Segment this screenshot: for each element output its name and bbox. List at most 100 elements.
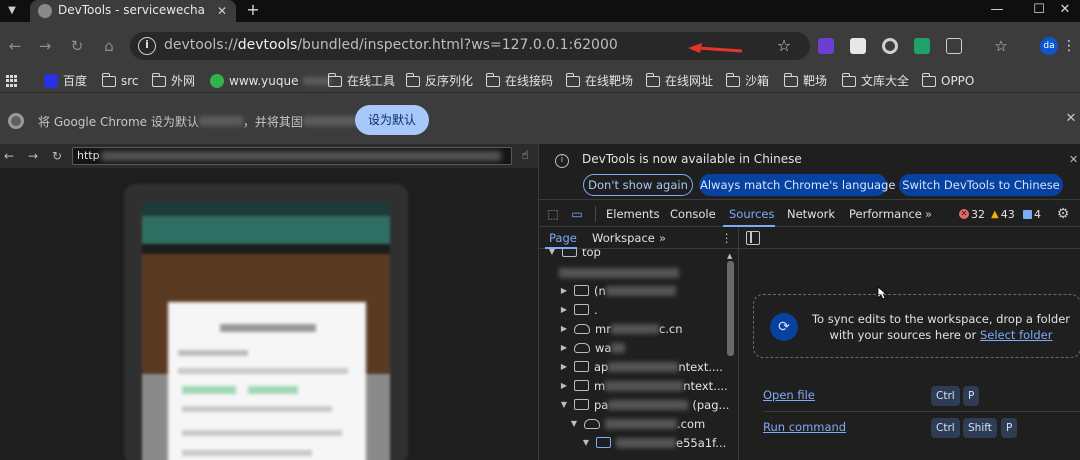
error-count[interactable]: ✕ 32 bbox=[959, 207, 985, 221]
bookmark-label: src bbox=[121, 74, 139, 88]
tab-console[interactable]: Console bbox=[670, 207, 716, 223]
tree-item[interactable]: ▼ pa (pag... bbox=[539, 395, 738, 414]
navigator-menu-icon[interactable]: ⋮ bbox=[721, 231, 733, 247]
bookmark-sandbox[interactable]: 沙箱 bbox=[725, 72, 769, 90]
bookmark-range[interactable]: 靶场 bbox=[783, 72, 827, 90]
tab-search-icon[interactable]: ▼ bbox=[4, 3, 20, 19]
close-window-icon[interactable]: ✕ bbox=[1054, 1, 1076, 19]
tree-item[interactable]: ▼ .com bbox=[539, 414, 738, 433]
workspace-drop-zone[interactable]: ⟳ To sync edits to the workspace, drop a… bbox=[753, 294, 1080, 358]
open-file-link[interactable]: Open file bbox=[763, 388, 815, 404]
key-p: P bbox=[963, 386, 980, 406]
url-text[interactable]: devtools://devtools/bundled/inspector.ht… bbox=[164, 37, 624, 55]
run-command-link[interactable]: Run command bbox=[763, 420, 846, 436]
extensions-puzzle-icon[interactable] bbox=[946, 38, 962, 54]
menu-kebab-icon[interactable]: ⋮ bbox=[1062, 36, 1076, 56]
extension-icon[interactable] bbox=[850, 38, 866, 54]
reload-icon[interactable]: ↻ bbox=[50, 148, 64, 164]
infobar-close-icon[interactable]: ✕ bbox=[1064, 111, 1078, 129]
tree-scrollbar[interactable] bbox=[727, 261, 734, 356]
extension-icon[interactable] bbox=[914, 38, 930, 54]
tree-item[interactable]: ▶ ap ntext.... bbox=[539, 357, 738, 376]
tab-elements[interactable]: Elements bbox=[606, 207, 660, 223]
subtab-page[interactable]: Page bbox=[549, 231, 577, 247]
reload-icon[interactable]: ↻ bbox=[68, 37, 86, 55]
bookmarks-star-icon[interactable]: ☆ bbox=[992, 37, 1010, 55]
bookmark-deserialize[interactable]: 反序列化 bbox=[405, 72, 473, 90]
back-icon[interactable]: ← bbox=[6, 37, 24, 55]
devtools-panel: i DevTools is now available in Chinese ✕… bbox=[538, 144, 1080, 460]
cloud-icon bbox=[574, 342, 590, 353]
minimize-icon[interactable]: — bbox=[986, 1, 1008, 19]
tree-item[interactable]: ▶ m ntext.... bbox=[539, 376, 738, 395]
more-subtabs-icon[interactable]: » bbox=[659, 231, 666, 247]
inspected-url-field[interactable]: http bbox=[72, 147, 512, 165]
bookmark-online-range[interactable]: 在线靶场 bbox=[565, 72, 633, 90]
tree-item[interactable]: ▶ mr c.cn bbox=[539, 319, 738, 338]
extension-icon[interactable] bbox=[818, 38, 834, 54]
bookmark-online-tools[interactable]: 在线工具 bbox=[327, 72, 395, 90]
device-toolbar-icon[interactable]: ▭ bbox=[569, 206, 585, 222]
red-arrow-annotation-icon bbox=[688, 43, 743, 53]
inspect-element-icon[interactable]: ⬚ bbox=[545, 206, 561, 222]
tree-item[interactable]: ▼ e55a1f... bbox=[539, 433, 738, 452]
extension-icon[interactable] bbox=[882, 38, 898, 54]
set-default-button[interactable]: 设为默认 bbox=[355, 105, 429, 135]
tree-item[interactable]: ▶. bbox=[539, 300, 738, 319]
scroll-up-icon[interactable]: ▲ bbox=[727, 252, 735, 260]
toggle-navigator-icon[interactable] bbox=[746, 231, 760, 245]
tree-item[interactable] bbox=[539, 263, 738, 282]
avatar[interactable]: da bbox=[1040, 37, 1058, 55]
tree-item[interactable]: ▶ wa bbox=[539, 338, 738, 357]
tree-item[interactable]: ▶ (n bbox=[539, 281, 738, 300]
tree-item[interactable]: ▼ top bbox=[539, 249, 738, 261]
bookmark-src[interactable]: src bbox=[101, 72, 139, 90]
forward-icon[interactable]: → bbox=[26, 148, 40, 164]
address-bar[interactable]: i devtools://devtools/bundled/inspector.… bbox=[130, 32, 810, 60]
tab-network[interactable]: Network bbox=[787, 207, 835, 223]
more-tabs-icon[interactable]: » bbox=[925, 207, 932, 223]
touch-emulation-icon[interactable]: ☝ bbox=[518, 148, 532, 164]
info-count[interactable]: 4 bbox=[1023, 207, 1041, 221]
tab-favicon-icon bbox=[38, 4, 52, 18]
tab-performance[interactable]: Performance bbox=[849, 207, 922, 223]
bookmark-sms[interactable]: 在线接码 bbox=[485, 72, 553, 90]
always-match-language-button[interactable]: Always match Chrome's language bbox=[699, 174, 895, 196]
apps-icon[interactable] bbox=[6, 72, 18, 90]
frame-icon bbox=[574, 399, 589, 410]
tree-item-label: pa bbox=[594, 397, 609, 412]
url-path: /bundled/inspector.html?ws=127.0.0.1:620… bbox=[297, 37, 618, 53]
error-icon: ✕ bbox=[959, 209, 969, 219]
subtab-workspace[interactable]: Workspace bbox=[592, 231, 655, 247]
browser-toolbar: ← → ↻ ⌂ i devtools://devtools/bundled/in… bbox=[0, 22, 1080, 70]
new-tab-button[interactable]: + bbox=[244, 1, 262, 19]
bookmark-yuque[interactable]: www.yuque bbox=[210, 72, 332, 90]
bookmark-star-icon[interactable]: ☆ bbox=[774, 36, 794, 56]
back-icon[interactable]: ← bbox=[2, 148, 16, 164]
forward-icon[interactable]: → bbox=[36, 37, 54, 55]
home-icon[interactable]: ⌂ bbox=[100, 37, 118, 55]
tab-sources[interactable]: Sources bbox=[729, 207, 775, 223]
devtools-toolbar: ⬚ ▭ Elements Console Sources Network Per… bbox=[539, 201, 1080, 227]
dont-show-again-button[interactable]: Don't show again bbox=[583, 174, 693, 196]
warning-count[interactable]: ▲ 43 bbox=[991, 207, 1015, 221]
bookmark-waiwang[interactable]: 外网 bbox=[151, 72, 195, 90]
select-folder-link[interactable]: Select folder bbox=[980, 328, 1053, 342]
banner-close-icon[interactable]: ✕ bbox=[1069, 153, 1080, 167]
tab-close-icon[interactable]: ✕ bbox=[214, 3, 230, 19]
maximize-icon[interactable]: ☐ bbox=[1028, 1, 1050, 19]
info-count-text: 4 bbox=[1034, 207, 1041, 221]
switch-to-chinese-button[interactable]: Switch DevTools to Chinese bbox=[899, 174, 1063, 196]
bookmark-oppo[interactable]: OPPO bbox=[921, 72, 974, 90]
bookmark-baidu[interactable]: 百度 bbox=[44, 72, 87, 90]
collapsed-arrow-icon: ▶ bbox=[560, 343, 568, 352]
warning-count-text: 43 bbox=[1000, 207, 1015, 221]
settings-gear-icon[interactable]: ⚙ bbox=[1055, 206, 1071, 222]
tab-devtools[interactable]: DevTools - servicewechat.com ✕ bbox=[30, 0, 236, 22]
toolbar-divider bbox=[595, 206, 596, 222]
site-info-icon[interactable]: i bbox=[138, 37, 156, 55]
bookmark-library[interactable]: 文库大全 bbox=[841, 72, 909, 90]
cloud-icon bbox=[584, 418, 600, 429]
bookmark-online-sites[interactable]: 在线网址 bbox=[645, 72, 713, 90]
info-icon: i bbox=[555, 154, 569, 168]
